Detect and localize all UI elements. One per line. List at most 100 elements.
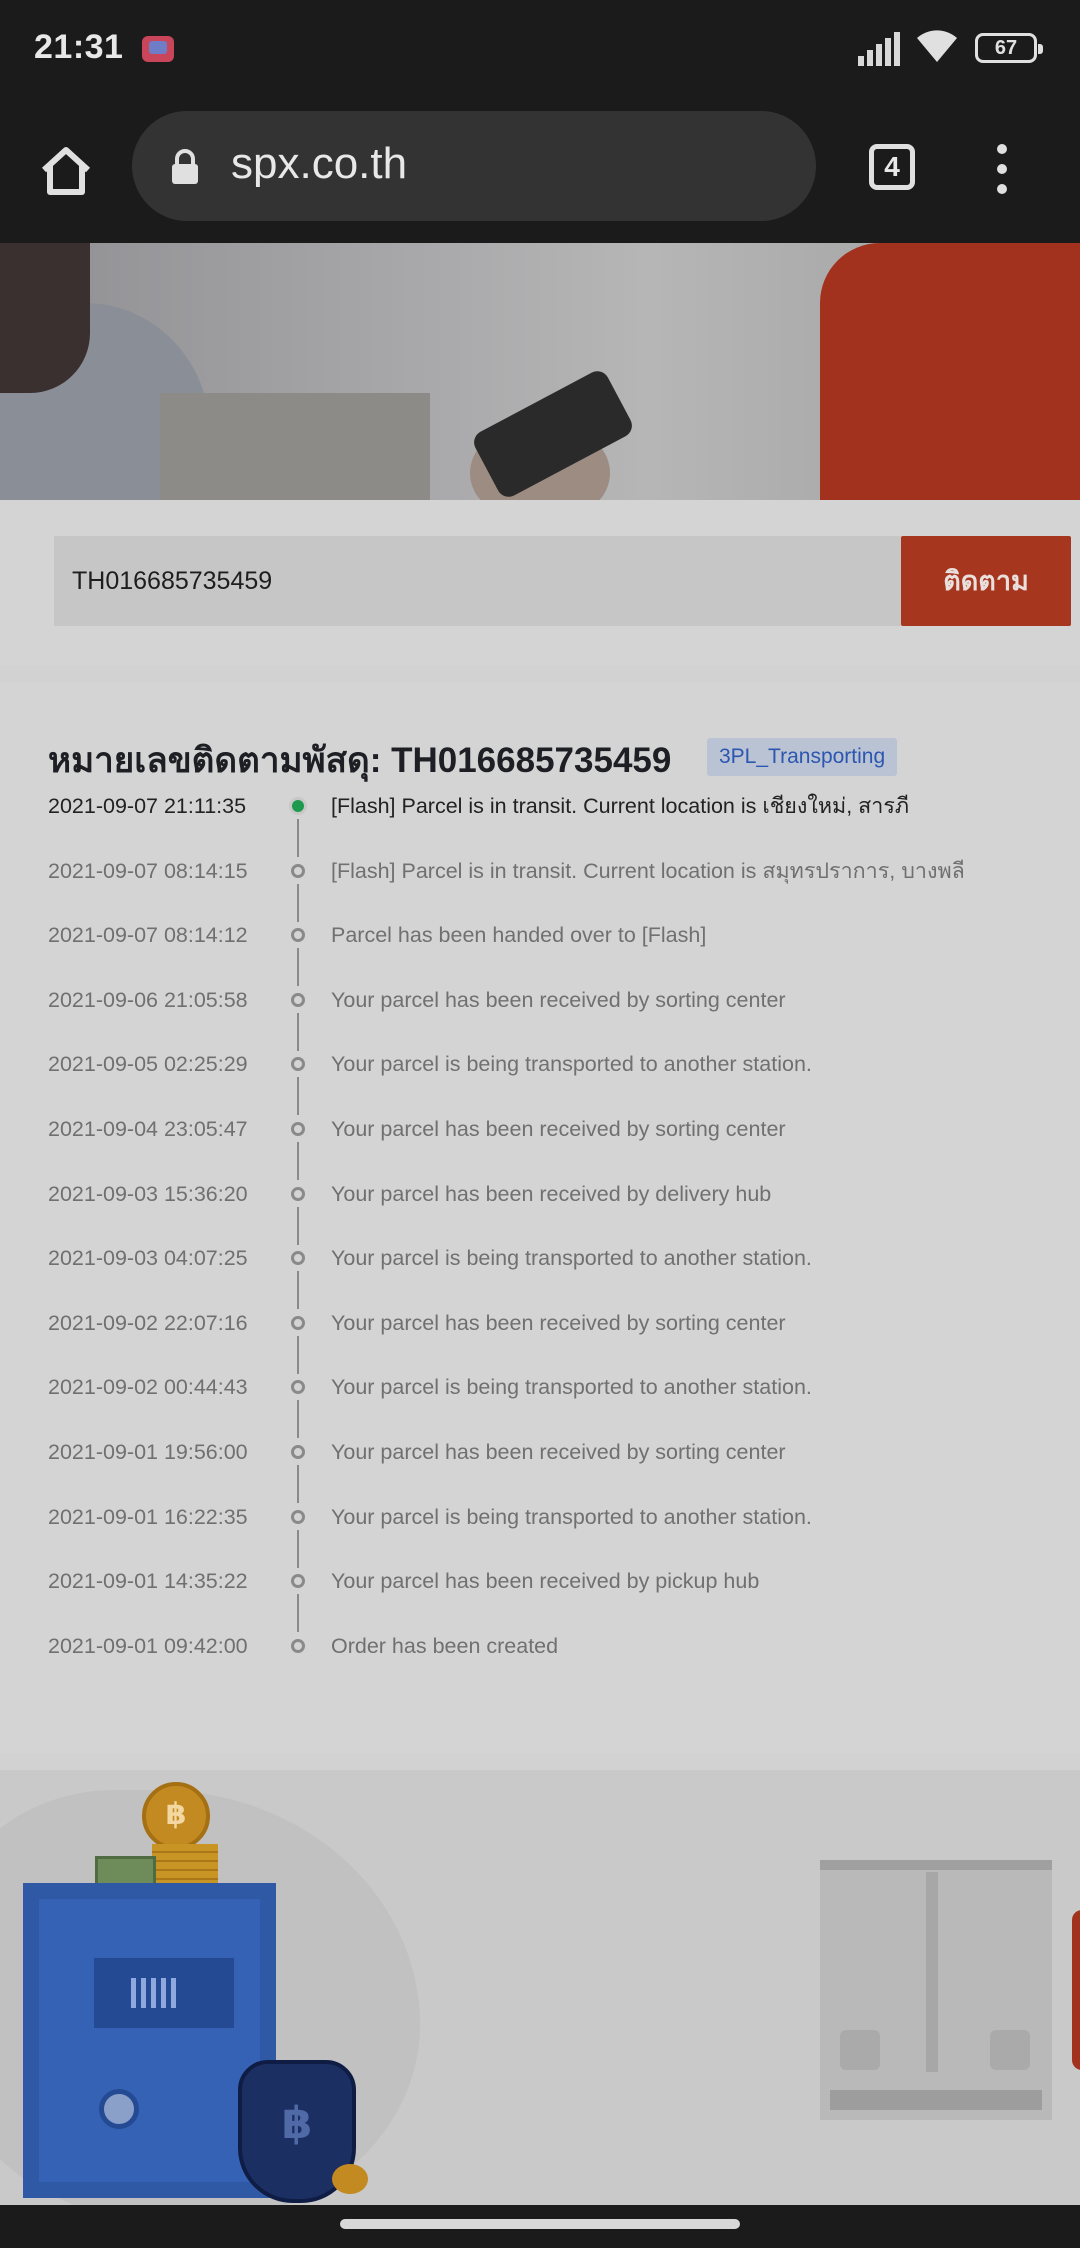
event-description: Order has been created: [331, 1633, 559, 1658]
track-button[interactable]: ติดตาม: [901, 536, 1071, 626]
signal-icon: [858, 32, 902, 66]
wifi-icon: [915, 28, 959, 73]
event-description: Your parcel is being transported to anot…: [331, 1504, 812, 1529]
hero-image: [0, 243, 1080, 500]
timeline-connector: [297, 1077, 299, 1116]
timeline-row: 2021-09-03 15:36:20 Your parcel has been …: [0, 1179, 1080, 1245]
tracking-card: หมายเลขติดตามพัสดุ: TH016685735459 3PL_T…: [0, 683, 1080, 1753]
timeline-connector: [297, 1271, 299, 1310]
event-date: 2021-09-01 14:35:22: [48, 1569, 248, 1594]
timeline-row: 2021-09-01 14:35:22 Your parcel has been …: [0, 1566, 1080, 1633]
baht-coin-icon: ฿: [142, 1782, 210, 1850]
timeline-row: 2021-09-07 08:14:12 Parcel has been hande…: [0, 920, 1080, 987]
wheel-icon: [840, 2030, 880, 2070]
more-vert-icon[interactable]: [992, 144, 1012, 194]
timeline-connector: [297, 1464, 299, 1503]
event-date: 2021-09-01 19:56:00: [48, 1439, 248, 1464]
status-dot-icon: [291, 1315, 305, 1330]
timeline-row: 2021-09-02 00:44:43 Your parcel is being …: [0, 1372, 1080, 1439]
event-date: 2021-09-02 00:44:43: [48, 1375, 248, 1400]
timeline-connector: [297, 1141, 299, 1180]
status-dot-icon: [291, 992, 305, 1007]
status-dot-icon: [291, 1186, 305, 1201]
status-dot-icon: [291, 1444, 305, 1459]
current-status-dot-icon: [289, 797, 307, 815]
event-description: Parcel has been handed over to [Flash]: [331, 923, 707, 948]
timeline-connector: [297, 1335, 299, 1374]
event-description: Your parcel has been received by sorting…: [331, 987, 786, 1012]
timeline-connector: [297, 1206, 299, 1245]
status-dot-icon: [291, 1574, 305, 1589]
tabs-button[interactable]: 4: [869, 144, 915, 190]
timeline-connector: [297, 1594, 299, 1633]
coin-stack-icon: [152, 1844, 218, 1884]
browser-toolbar: spx.co.th 4: [0, 100, 1080, 243]
event-description: Your parcel has been received by deliver…: [331, 1181, 772, 1206]
timeline-row: 2021-09-01 19:56:00 Your parcel has been …: [0, 1437, 1080, 1503]
url-text: spx.co.th: [231, 139, 408, 188]
event-date: 2021-09-03 04:07:25: [48, 1246, 248, 1271]
event-date: 2021-09-02 22:07:16: [48, 1310, 248, 1335]
timeline-row: 2021-09-04 23:05:47 Your parcel has been …: [0, 1114, 1080, 1180]
timeline-row: 2021-09-01 16:22:35 Your parcel is being …: [0, 1502, 1080, 1568]
timeline-row: 2021-09-05 02:25:29 Your parcel is being …: [0, 1049, 1080, 1116]
address-bar[interactable]: spx.co.th: [132, 111, 816, 221]
timeline-connector: [297, 1529, 299, 1568]
status-dot-icon: [291, 863, 305, 878]
event-date: 2021-09-07 08:14:15: [48, 858, 248, 883]
event-date: 2021-09-04 23:05:47: [48, 1116, 248, 1141]
timeline-row: 2021-09-07 08:14:15 [Flash] Parcel is in …: [0, 856, 1080, 922]
timeline-row: 2021-09-01 09:42:00 Order has been create…: [0, 1631, 1080, 1696]
event-date: 2021-09-07 21:11:35: [48, 794, 247, 818]
status-dot-icon: [291, 1509, 305, 1524]
event-description: Your parcel is being transported to anot…: [331, 1375, 812, 1400]
status-dot-icon: [291, 1251, 305, 1266]
event-description: Your parcel is being transported to anot…: [331, 1246, 812, 1271]
event-description: Your parcel has been received by sorting…: [331, 1439, 786, 1464]
web-page: TH016685735459 ติดตาม หมายเลขติดตามพัสดุ…: [0, 243, 1080, 2205]
tracking-number-input[interactable]: TH016685735459: [54, 536, 901, 626]
status-dot-icon: [291, 928, 305, 943]
timeline-row: 2021-09-07 21:11:35 [Flash] Parcel is in …: [0, 791, 1080, 857]
timeline-connector: [297, 883, 299, 922]
status-dot-icon: [291, 1380, 305, 1395]
wheel-icon: [990, 2030, 1030, 2070]
timeline-connector: [297, 948, 299, 987]
event-description: [Flash] Parcel is in transit. Current lo…: [331, 858, 965, 883]
status-badge: 3PL_Transporting: [707, 738, 898, 776]
gesture-nav-bar: [0, 2205, 1080, 2248]
small-coin-icon: [332, 2164, 368, 2194]
status-dot-icon: [291, 1638, 305, 1653]
footer-illustration: ฿ ฿: [0, 1770, 1080, 2205]
event-date: 2021-09-01 09:42:00: [48, 1633, 248, 1658]
event-description: Your parcel has been received by sorting…: [331, 1116, 786, 1141]
status-dot-icon: [291, 1057, 305, 1072]
search-section: TH016685735459 ติดตาม: [0, 500, 1080, 665]
timeline-row: 2021-09-06 21:05:58 Your parcel has been …: [0, 985, 1080, 1051]
timeline-connector: [297, 1400, 299, 1439]
notification-icon: [142, 36, 174, 62]
tracking-timeline: 2021-09-07 21:11:35 [Flash] Parcel is in …: [0, 791, 1080, 1695]
timeline-row: 2021-09-02 22:07:16 Your parcel has been …: [0, 1308, 1080, 1374]
timeline-row: 2021-09-03 04:07:25 Your parcel is being …: [0, 1243, 1080, 1310]
event-date: 2021-09-03 15:36:20: [48, 1181, 248, 1206]
truck-icon: [820, 1860, 1052, 2120]
timeline-connector: [297, 1012, 299, 1051]
tracking-title: หมายเลขติดตามพัสดุ: TH016685735459: [48, 741, 672, 780]
event-date: 2021-09-05 02:25:29: [48, 1052, 248, 1077]
home-icon[interactable]: [36, 140, 96, 200]
event-description: [Flash] Parcel is in transit. Current lo…: [331, 794, 910, 818]
event-description: Your parcel is being transported to anot…: [331, 1052, 812, 1077]
event-date: 2021-09-06 21:05:58: [48, 987, 248, 1012]
event-date: 2021-09-07 08:14:12: [48, 923, 248, 948]
timeline-connector: [297, 819, 299, 857]
battery-icon: 67: [975, 33, 1043, 63]
status-bar: 21:31 67: [0, 0, 1080, 100]
event-description: Your parcel has been received by pickup …: [331, 1569, 760, 1594]
event-date: 2021-09-01 16:22:35: [48, 1504, 248, 1529]
status-dot-icon: [291, 1121, 305, 1136]
status-time: 21:31: [34, 28, 124, 66]
lock-icon: [170, 149, 200, 185]
home-gesture-handle[interactable]: [340, 2219, 740, 2229]
event-description: Your parcel has been received by sorting…: [331, 1310, 786, 1335]
